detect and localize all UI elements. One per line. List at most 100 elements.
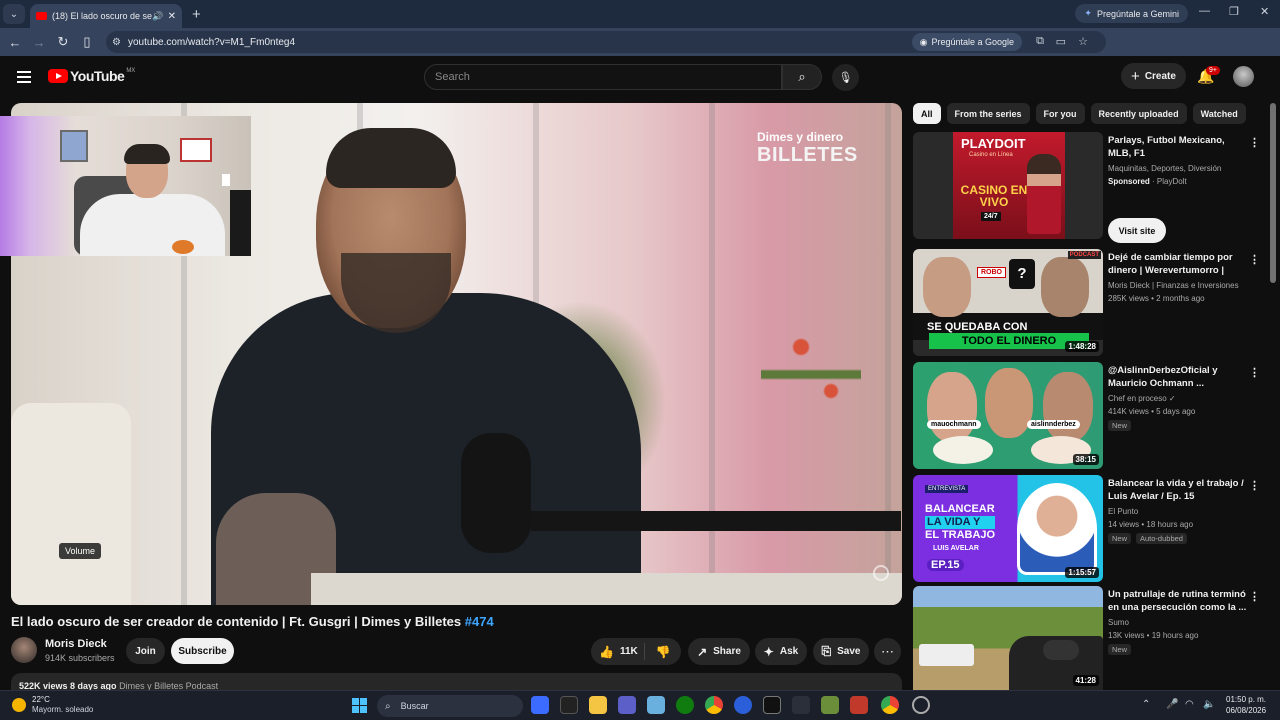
browser-tab[interactable]: (18) El lado oscuro de ser c 🔊 ✕ (30, 4, 182, 28)
minecraft-icon[interactable] (821, 696, 839, 714)
tab-search-button[interactable]: ⌄ (3, 4, 25, 24)
side-panel-icon[interactable]: ▯ (75, 34, 99, 50)
like-button[interactable]: 👍 11K (591, 643, 645, 660)
thumb-line: EL TRABAJO (925, 529, 996, 541)
obs-icon[interactable] (912, 696, 930, 714)
more-vertical-icon[interactable]: ⋮ (1249, 366, 1260, 379)
video-thumbnail[interactable]: 41:28 (913, 586, 1103, 690)
search-input[interactable]: Search (424, 64, 782, 90)
channel-name[interactable]: Sumo (1108, 618, 1129, 627)
file-explorer-icon[interactable] (589, 696, 607, 714)
more-vertical-icon[interactable]: ⋮ (1249, 253, 1260, 266)
edge-icon[interactable] (734, 696, 752, 714)
video-thumbnail[interactable]: ROBO ? PODCAST SE QUEDABA CON TODO EL DI… (913, 249, 1103, 356)
chip-from-the-series[interactable]: From the series (946, 103, 1030, 124)
photos-app-icon[interactable] (647, 696, 665, 714)
webcam-overlay (0, 116, 251, 256)
video-title[interactable]: Balancear la vida y el trabajo / Luis Av… (1108, 477, 1248, 503)
capcut-icon[interactable] (763, 696, 781, 714)
new-tab-button[interactable]: + (192, 6, 201, 23)
video-thumbnail[interactable]: mauochmann aislinnderbez 38:15 (913, 362, 1103, 469)
voice-search-button[interactable]: 🎙 (832, 64, 859, 91)
taskbar-search[interactable]: ⌕ Buscar (377, 695, 523, 717)
xbox-icon[interactable] (676, 696, 694, 714)
bookmark-star-icon[interactable]: ☆ (1078, 35, 1088, 48)
copilot-app-icon[interactable] (531, 696, 549, 714)
teams-icon[interactable] (618, 696, 636, 714)
ad-thumbnail[interactable]: PLAYDOIT Casino en Línea CASINO EN VIVO … (913, 132, 1103, 239)
microphone-tray-icon[interactable]: 🎤 (1166, 699, 1178, 710)
ad-headline: CASINO EN VIVO (960, 183, 1028, 209)
back-icon[interactable]: ← (3, 35, 27, 50)
more-vertical-icon[interactable]: ⋮ (1249, 479, 1260, 492)
davinci-icon[interactable] (792, 696, 810, 714)
more-vertical-icon[interactable]: ⋮ (1249, 136, 1260, 149)
recommended-video[interactable]: mauochmann aislinnderbez 38:15 @AislinnD… (913, 362, 1268, 474)
weather-widget[interactable]: 22°C Mayorm. soleado (12, 695, 93, 715)
save-button[interactable]: ⎘ Save (813, 638, 869, 665)
visit-site-button[interactable]: Visit site (1108, 218, 1166, 243)
epic-games-icon[interactable] (560, 696, 578, 714)
chrome-active-icon[interactable] (881, 696, 899, 714)
video-title[interactable]: @AislinnDerbezOficial y Mauricio Ochmann… (1108, 364, 1248, 390)
channel-name[interactable]: El Punto (1108, 507, 1138, 516)
windows-start-icon[interactable] (352, 698, 367, 713)
channel-name[interactable]: Chef en proceso ✓ (1108, 394, 1176, 403)
subscribe-button[interactable]: Subscribe (171, 638, 234, 664)
video-hashtag[interactable]: #474 (465, 614, 494, 629)
volume-icon[interactable]: 🔈 (1203, 699, 1215, 710)
chip-watched[interactable]: Watched (1192, 103, 1246, 124)
recommended-video[interactable]: 41:28 Un patrullaje de rutina terminó en… (913, 586, 1268, 690)
channel-name[interactable]: Moris Dieck (45, 638, 107, 650)
video-thumbnail[interactable]: ENTREVISTA BALANCEAR LA VIDA Y EL TRABAJ… (913, 475, 1103, 582)
recommended-video[interactable]: ROBO ? PODCAST SE QUEDABA CON TODO EL DI… (913, 249, 1268, 361)
speaker-icon[interactable]: 🔊 (152, 11, 163, 22)
thumb-line: BALANCEAR (925, 503, 995, 515)
forward-icon[interactable]: → (27, 35, 51, 50)
restore-icon[interactable]: ❐ (1229, 5, 1239, 18)
video-title[interactable]: Un patrullaje de rutina terminó en una p… (1108, 588, 1248, 614)
sponsored-ad-item[interactable]: PLAYDOIT Casino en Línea CASINO EN VIVO … (913, 132, 1268, 244)
gemini-button[interactable]: ✦ Pregúntale a Gemini (1075, 4, 1188, 23)
more-actions-button[interactable]: ⋯ (874, 638, 901, 665)
temperature: 22°C (32, 695, 50, 704)
google-pill-button[interactable]: ◉ Pregúntale a Google (911, 33, 1022, 51)
taskbar-search-label: Buscar (400, 701, 429, 711)
channel-avatar[interactable] (11, 637, 37, 663)
ad-title[interactable]: Parlays, Futbol Mexicano, MLB, F1 (1108, 134, 1248, 160)
share-button[interactable]: ↗ Share (688, 638, 750, 665)
ask-button[interactable]: ✦ Ask (755, 638, 807, 665)
translate-icon[interactable]: ⧉ (1036, 35, 1044, 48)
create-button[interactable]: + Create (1121, 63, 1186, 89)
chip-recently-uploaded[interactable]: Recently uploaded (1090, 103, 1187, 124)
chip-all[interactable]: All (913, 103, 941, 124)
close-window-icon[interactable]: ✕ (1260, 5, 1269, 18)
channel-name[interactable]: Moris Dieck | Finanzas e Inversiones (1108, 281, 1239, 290)
recommended-video[interactable]: ENTREVISTA BALANCEAR LA VIDA Y EL TRABAJ… (913, 475, 1268, 587)
show-hidden-icons-icon[interactable]: ⌃ (1142, 699, 1150, 710)
chrome-icon[interactable] (705, 696, 723, 714)
minimize-icon[interactable]: — (1199, 5, 1210, 17)
close-tab-icon[interactable]: ✕ (168, 11, 176, 22)
ad-brand-logo: PLAYDOIT (961, 136, 1026, 151)
site-info-icon[interactable]: ⚙ (112, 37, 121, 48)
menu-icon[interactable] (17, 71, 31, 83)
create-label: Create (1144, 70, 1176, 82)
reload-icon[interactable]: ↻ (51, 34, 75, 50)
system-clock[interactable]: 01:50 p. m. 06/08/2026 (1226, 694, 1266, 716)
cast-icon[interactable]: ▭ (1056, 35, 1066, 48)
video-title[interactable]: Dejé de cambiar tiempo por dinero | Were… (1108, 251, 1248, 277)
dislike-button[interactable]: 👎 (645, 645, 681, 659)
wifi-icon[interactable]: ◠ (1185, 699, 1194, 710)
page-scrollbar[interactable] (1270, 103, 1276, 683)
join-button[interactable]: Join (126, 638, 165, 664)
search-button[interactable]: ⌕ (782, 64, 822, 90)
game-launcher-icon[interactable] (850, 696, 868, 714)
scrollbar-thumb[interactable] (1270, 103, 1276, 283)
chip-for-you[interactable]: For you (1035, 103, 1085, 124)
youtube-logo[interactable]: YouTube MX (48, 68, 135, 84)
account-avatar[interactable] (1233, 66, 1254, 87)
more-vertical-icon[interactable]: ⋮ (1249, 590, 1260, 603)
auto-dubbed-badge: Auto-dubbed (1136, 533, 1187, 544)
url-field[interactable]: ⚙ youtube.com/watch?v=M1_Fm0nteg4 ◉ Pregú… (106, 31, 1106, 53)
